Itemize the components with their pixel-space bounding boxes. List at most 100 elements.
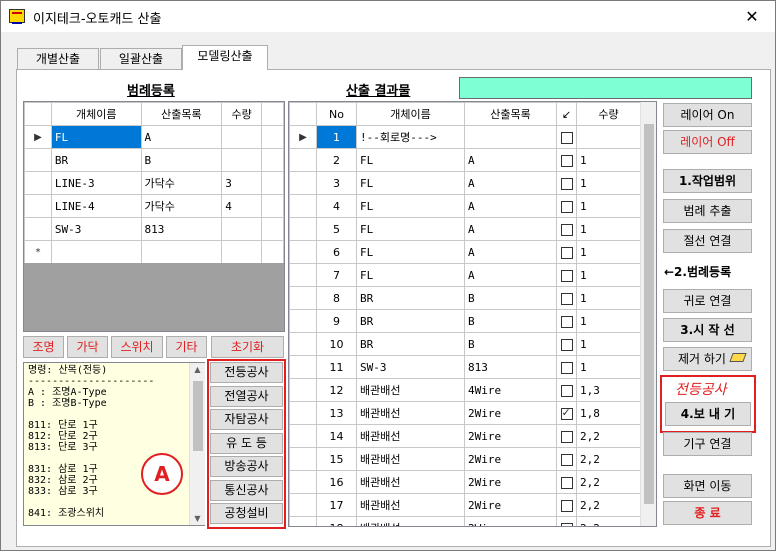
work-range-button[interactable]: 1.작업범위: [663, 169, 752, 193]
layer-on-button[interactable]: 레이어 On: [663, 103, 752, 127]
result-qty-cell[interactable]: 2,2: [576, 470, 641, 494]
result-name-cell[interactable]: !--회로명--->: [356, 125, 465, 149]
result-checkbox[interactable]: [560, 476, 573, 489]
result-row[interactable]: 8 BR B 1: [289, 286, 641, 310]
result-no-cell[interactable]: 7: [316, 263, 357, 287]
result-qty-cell[interactable]: 1: [576, 263, 641, 287]
result-qty-cell[interactable]: 1: [576, 309, 641, 333]
result-item-cell[interactable]: A: [464, 263, 557, 287]
result-name-cell[interactable]: SW-3: [356, 355, 465, 379]
col-header-no[interactable]: No: [316, 102, 357, 126]
result-qty-cell[interactable]: 1: [576, 148, 641, 172]
result-no-cell[interactable]: 12: [316, 378, 357, 402]
legend-qty-cell[interactable]: 3: [221, 171, 263, 195]
close-button[interactable]: ✕: [729, 1, 775, 32]
lighting-button[interactable]: 조명: [23, 336, 64, 358]
col-header-item[interactable]: 산출목록: [464, 102, 557, 126]
result-qty-cell[interactable]: 1,8: [576, 401, 641, 425]
result-item-cell[interactable]: 2Wire: [464, 447, 557, 471]
result-row[interactable]: 13배관배선2Wire 1,8: [289, 401, 641, 425]
tab-modeling[interactable]: 모델링산출: [182, 45, 268, 70]
result-name-cell[interactable]: BR: [356, 286, 465, 310]
legend-item-cell[interactable]: [140, 240, 223, 264]
legend-row[interactable]: *: [24, 240, 284, 264]
result-row[interactable]: 6 FL A 1: [289, 240, 641, 264]
legend-qty-cell[interactable]: [221, 240, 263, 264]
result-item-cell[interactable]: 2Wire: [464, 424, 557, 448]
command-memo[interactable]: 명령: 산목(전등) --------------------- A : 조명A…: [23, 362, 205, 526]
work-type-button[interactable]: 전열공사: [210, 385, 283, 407]
result-no-cell[interactable]: 8: [316, 286, 357, 310]
legend-item-cell[interactable]: 가닥수: [140, 194, 223, 218]
legend-qty-cell[interactable]: [221, 148, 263, 172]
result-row[interactable]: 16 배관배선 2Wire 2,2: [289, 470, 641, 494]
switch-button[interactable]: 스위치: [111, 336, 163, 358]
col-header-qty[interactable]: 수량: [221, 102, 263, 126]
result-item-cell[interactable]: A: [464, 240, 557, 264]
start-line-button[interactable]: 3.시 작 선: [663, 318, 752, 342]
col-header-check[interactable]: ↙: [556, 102, 577, 126]
result-name-cell[interactable]: FL: [356, 194, 465, 218]
result-row[interactable]: ▶ 1 !--회로명--->: [289, 125, 641, 149]
result-no-cell[interactable]: 5: [316, 217, 357, 241]
result-checkbox[interactable]: [560, 453, 573, 466]
tab-batch[interactable]: 일괄산출: [100, 48, 182, 70]
legend-item-cell[interactable]: A: [140, 125, 223, 149]
result-item-cell[interactable]: 2Wire: [464, 470, 557, 494]
legend-row[interactable]: BR B: [24, 148, 284, 172]
result-row[interactable]: 15 배관배선 2Wire 2,2: [289, 447, 641, 471]
result-row[interactable]: 17 배관배선 2Wire 2,2: [289, 493, 641, 517]
result-no-cell[interactable]: 13: [316, 401, 357, 425]
legend-row[interactable]: ▶ FL A: [24, 125, 284, 149]
result-name-cell[interactable]: 배관배선: [356, 470, 465, 494]
result-qty-cell[interactable]: 2,2: [576, 516, 641, 526]
result-name-cell[interactable]: 배관배선: [356, 447, 465, 471]
result-no-cell[interactable]: 14: [316, 424, 357, 448]
result-row[interactable]: 7 FL A 1: [289, 263, 641, 287]
work-type-button[interactable]: 통신공사: [210, 479, 283, 501]
legend-name-cell[interactable]: LINE-3: [50, 171, 142, 195]
legend-row[interactable]: LINE-3 가닥수 3: [24, 171, 284, 195]
legend-item-cell[interactable]: B: [140, 148, 223, 172]
result-row[interactable]: 2 FL A 1: [289, 148, 641, 172]
result-no-cell[interactable]: 2: [316, 148, 357, 172]
legend-name-cell[interactable]: SW-3: [50, 217, 142, 241]
result-no-cell[interactable]: 9: [316, 309, 357, 333]
result-qty-cell[interactable]: 1,3: [576, 378, 641, 402]
scroll-down-icon[interactable]: ▼: [190, 514, 205, 523]
result-checkbox[interactable]: [560, 361, 573, 374]
result-name-cell[interactable]: FL: [356, 240, 465, 264]
cut-connect-button[interactable]: 절선 연결: [663, 229, 752, 253]
legend-grid[interactable]: 개체이름 산출목록 수량 ▶ FL A BR B LINE-3 가닥수 3 LINE-4 가닥수 4…: [23, 101, 285, 332]
legend-name-cell[interactable]: [50, 240, 142, 264]
result-item-cell[interactable]: A: [464, 194, 557, 218]
result-name-cell[interactable]: 배관배선: [356, 424, 465, 448]
legend-qty-cell[interactable]: [221, 125, 263, 149]
result-name-cell[interactable]: 배관배선: [356, 493, 465, 517]
legend-item-cell[interactable]: 가닥수: [140, 171, 223, 195]
result-qty-cell[interactable]: 2,2: [576, 424, 641, 448]
legend-name-cell[interactable]: FL: [50, 125, 142, 149]
legend-extract-button[interactable]: 범례 추출: [663, 199, 752, 223]
remove-button[interactable]: 제거 하기: [663, 347, 752, 371]
result-row[interactable]: 14 배관배선 2Wire 2,2: [289, 424, 641, 448]
result-item-cell[interactable]: A: [464, 217, 557, 241]
move-screen-button[interactable]: 화면 이동: [663, 474, 752, 498]
result-checkbox[interactable]: [560, 223, 573, 236]
result-name-cell[interactable]: BR: [356, 309, 465, 333]
result-grid[interactable]: No 개체이름 산출목록 ↙ 수량 ▶ 1 !--회로명---> 2 FL A 1 3 FL A 1…: [288, 101, 657, 527]
result-qty-cell[interactable]: 1: [576, 171, 641, 195]
result-checkbox[interactable]: [560, 522, 573, 526]
result-item-cell[interactable]: 813: [464, 355, 557, 379]
result-item-cell[interactable]: 2Wire: [464, 401, 557, 425]
result-checkbox[interactable]: [560, 315, 573, 328]
col-header-name[interactable]: 개체이름: [50, 102, 142, 126]
result-checkbox[interactable]: [560, 406, 573, 420]
result-no-cell[interactable]: 18: [316, 516, 357, 526]
result-checkbox[interactable]: [560, 292, 573, 305]
result-checkbox[interactable]: [560, 177, 573, 190]
result-no-cell[interactable]: 16: [316, 470, 357, 494]
result-qty-cell[interactable]: 1: [576, 194, 641, 218]
result-name-cell[interactable]: BR: [356, 332, 465, 356]
legend-qty-cell[interactable]: 4: [221, 194, 263, 218]
